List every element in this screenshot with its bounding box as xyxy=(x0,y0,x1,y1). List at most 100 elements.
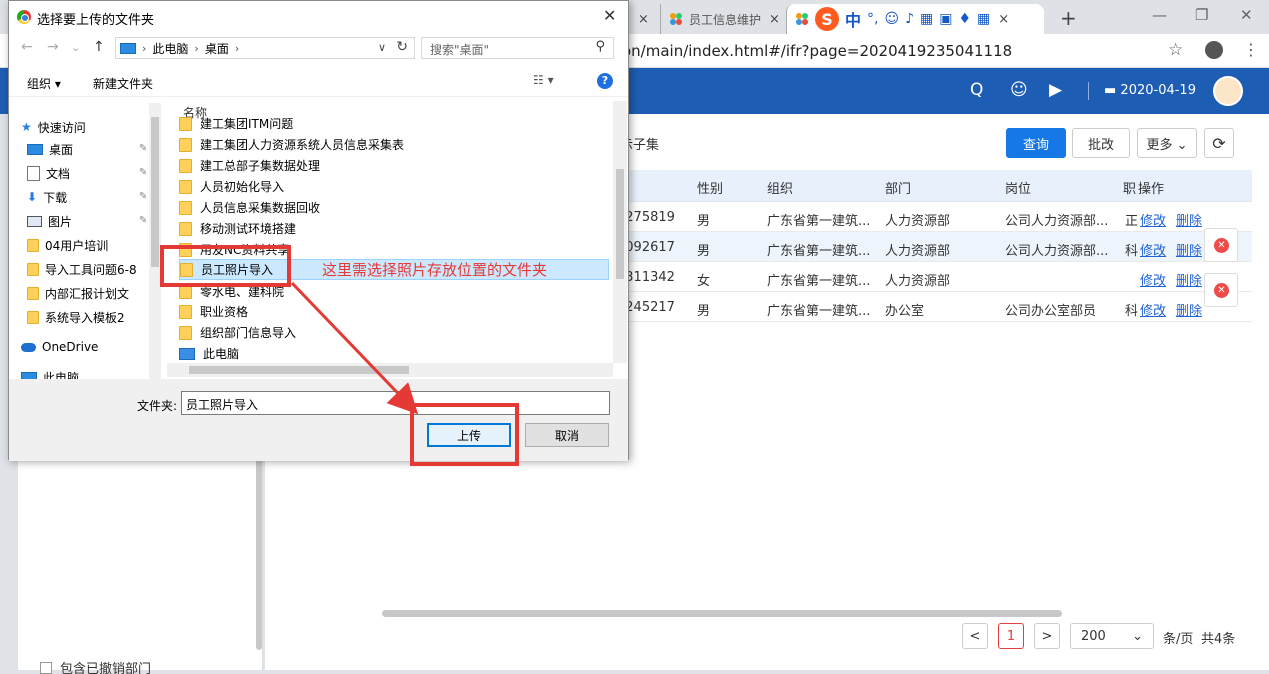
file-list-item[interactable]: 职业资格 xyxy=(179,301,609,322)
scrollbar-thumb[interactable] xyxy=(616,169,624,279)
refresh-button[interactable]: ⟳ xyxy=(1204,128,1234,158)
column-post[interactable]: 岗位 xyxy=(1005,178,1031,197)
table-horizontal-scrollbar[interactable] xyxy=(382,610,1062,617)
calendar-date[interactable]: ▬ 2020-04-19 xyxy=(1104,83,1196,98)
breadcrumb-item[interactable]: 此电脑 xyxy=(152,40,188,57)
file-list-vertical-scrollbar[interactable] xyxy=(613,101,627,363)
browser-tab-employee-info[interactable]: 员工信息维护 × xyxy=(660,4,782,34)
file-list-item[interactable]: 建工总部子集数据处理 xyxy=(179,155,609,176)
browser-tab[interactable]: × xyxy=(630,4,656,34)
tab-close-icon[interactable]: × xyxy=(998,12,1009,27)
scrollbar-thumb[interactable] xyxy=(189,366,409,374)
nav-item-desktop[interactable]: 桌面 xyxy=(27,139,73,159)
left-panel-scrollbar[interactable] xyxy=(256,430,262,650)
file-list-item[interactable]: 建工集团人力资源系统人员信息采集表 xyxy=(179,134,609,155)
column-gender[interactable]: 性别 xyxy=(697,178,723,197)
file-list-item[interactable]: 移动测试环境搭建 xyxy=(179,218,609,239)
chevron-down-icon[interactable]: ∨ xyxy=(378,41,386,54)
cancel-button[interactable]: 取消 xyxy=(525,423,609,447)
recent-locations-icon[interactable]: ⌄ xyxy=(71,41,80,54)
account-icon[interactable] xyxy=(1205,41,1223,59)
help-icon[interactable]: ? xyxy=(597,73,613,89)
navigation-pane-scrollbar[interactable] xyxy=(149,103,161,379)
keyboard-icon[interactable]: ▦ xyxy=(920,11,933,27)
search-icon[interactable]: Q xyxy=(970,80,983,100)
organize-menu[interactable]: 组织 ▾ xyxy=(27,75,61,92)
search-input[interactable]: 搜索"桌面" ⚲ xyxy=(421,37,614,59)
file-list-horizontal-scrollbar[interactable] xyxy=(167,363,613,377)
file-list-item[interactable]: 组织部门信息导入 xyxy=(179,322,609,343)
include-revoked-checkbox[interactable]: 包含已撤销部门 xyxy=(40,658,151,674)
nav-item-folder[interactable]: 导入工具问题6-8 xyxy=(27,259,137,279)
nav-item-pictures[interactable]: 图片 xyxy=(27,211,72,231)
scrollbar-thumb[interactable] xyxy=(151,117,159,267)
search-icon[interactable]: ⚲ xyxy=(595,39,605,54)
nav-item-folder[interactable]: 系统导入模板2 xyxy=(27,307,125,327)
bookmark-star-icon[interactable]: ☆ xyxy=(1168,40,1183,60)
nav-item-documents[interactable]: 文档 xyxy=(27,163,70,183)
refresh-icon[interactable]: ↻ xyxy=(396,39,408,55)
row-remove-button[interactable]: ✕ xyxy=(1204,228,1238,262)
more-button[interactable]: 更多 ⌄ xyxy=(1137,128,1197,158)
nav-item-folder[interactable]: 内部汇报计划文 xyxy=(27,283,129,303)
emoji-icon[interactable]: ☺ xyxy=(884,11,899,27)
user-avatar[interactable] xyxy=(1213,76,1243,106)
skin-icon[interactable]: ♦ xyxy=(958,11,971,27)
delete-link[interactable]: 删除 xyxy=(1176,240,1202,259)
column-title[interactable]: 职 xyxy=(1123,178,1136,197)
forward-arrow-icon[interactable]: → xyxy=(47,39,59,55)
microphone-icon[interactable]: ♪ xyxy=(905,11,914,27)
delete-link[interactable]: 删除 xyxy=(1176,210,1202,229)
file-list-item[interactable]: 建工集团ITM问题 xyxy=(179,113,609,134)
prev-page-button[interactable]: < xyxy=(962,623,988,649)
restore-button[interactable]: ❐ xyxy=(1195,6,1208,24)
row-remove-button[interactable]: ✕ xyxy=(1204,273,1238,307)
checkbox-box[interactable] xyxy=(40,661,52,674)
up-arrow-icon[interactable]: ↑ xyxy=(93,39,105,55)
edit-link[interactable]: 修改 xyxy=(1140,300,1166,319)
minimize-button[interactable]: — xyxy=(1152,6,1167,24)
chat-icon[interactable]: ☺ xyxy=(1010,80,1028,100)
breadcrumb[interactable]: › 此电脑 › 桌面 › ∨ ↻ xyxy=(115,37,415,59)
batch-edit-button[interactable]: 批改 xyxy=(1072,128,1130,158)
nav-item-onedrive[interactable]: OneDrive xyxy=(21,337,98,357)
nav-item-folder[interactable]: 04用户培训 xyxy=(27,235,108,255)
folder-name-input[interactable]: 员工照片导入 xyxy=(181,391,610,415)
nav-item-downloads[interactable]: ⬇ 下载 xyxy=(27,187,67,207)
next-page-button[interactable]: > xyxy=(1034,623,1060,649)
quick-access[interactable]: ★ 快速访问 xyxy=(21,117,86,137)
ime-language[interactable]: 中 xyxy=(845,7,861,31)
new-folder-button[interactable]: 新建文件夹 xyxy=(93,75,153,92)
back-arrow-icon[interactable]: ← xyxy=(21,39,33,55)
column-org[interactable]: 组织 xyxy=(767,178,793,197)
url-text[interactable]: on/main/index.html#/ifr?page=20204192350… xyxy=(622,42,1012,60)
page-size-select[interactable]: 200 ⌄ xyxy=(1070,623,1154,649)
play-circle-icon[interactable]: ▶ xyxy=(1049,80,1062,100)
dialog-title-bar[interactable]: 选择要上传的文件夹 ✕ xyxy=(9,1,628,33)
view-options-icon[interactable]: ☷ ▾ xyxy=(533,73,554,87)
file-list-item[interactable]: 此电脑 xyxy=(179,343,609,363)
edit-link[interactable]: 修改 xyxy=(1140,240,1166,259)
browser-tab-active[interactable]: S 中 °, ☺ ♪ ▦ ▣ ♦ ▦ × xyxy=(786,4,1044,34)
dialog-close-button[interactable]: ✕ xyxy=(603,6,616,25)
column-dept[interactable]: 部门 xyxy=(885,178,911,197)
delete-link[interactable]: 删除 xyxy=(1176,300,1202,319)
breadcrumb-item[interactable]: 桌面 xyxy=(205,40,229,57)
edit-link[interactable]: 修改 xyxy=(1140,270,1166,289)
toolbox-icon[interactable]: ▣ xyxy=(939,11,952,27)
window-close-button[interactable]: ✕ xyxy=(1240,6,1253,24)
ime-toolbar[interactable]: S 中 °, ☺ ♪ ▦ ▣ ♦ ▦ xyxy=(815,7,990,31)
grid-icon[interactable]: ▦ xyxy=(977,11,990,27)
ime-punctuation[interactable]: °, xyxy=(867,11,878,27)
delete-link[interactable]: 删除 xyxy=(1176,270,1202,289)
edit-link[interactable]: 修改 xyxy=(1140,210,1166,229)
file-list-item[interactable]: 人员信息采集数据回收 xyxy=(179,197,609,218)
nav-item-this-pc[interactable]: 此电脑 xyxy=(21,367,79,379)
file-list-item[interactable]: 人员初始化导入 xyxy=(179,176,609,197)
new-tab-button[interactable]: + xyxy=(1060,6,1077,30)
tab-close-icon[interactable]: × xyxy=(638,12,649,27)
tab-close-icon[interactable]: × xyxy=(769,12,780,27)
page-1-button[interactable]: 1 xyxy=(998,623,1024,649)
query-button[interactable]: 查询 xyxy=(1006,128,1066,158)
browser-menu-icon[interactable]: ⋮ xyxy=(1243,40,1259,59)
